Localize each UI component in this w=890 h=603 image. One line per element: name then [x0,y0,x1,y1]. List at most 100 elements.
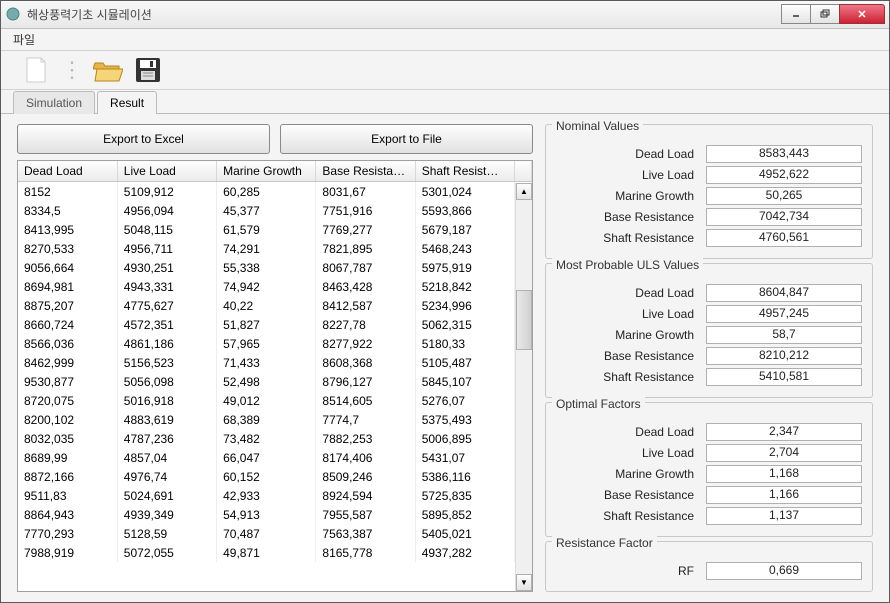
table-row[interactable]: 7988,9195072,05549,8718165,7784937,282 [18,543,532,562]
col-shaft-resist[interactable]: Shaft Resist… [415,161,514,182]
col-base-resist[interactable]: Base Resista… [316,161,415,182]
tab-bar: Simulation Result [1,90,889,114]
col-live-load[interactable]: Live Load [117,161,216,182]
table-cell: 60,285 [217,182,316,201]
optimal-dead-load: 2,347 [706,423,862,441]
optimal-marine-growth: 1,168 [706,465,862,483]
table-cell: 5405,021 [415,524,514,543]
table-cell: 5431,07 [415,448,514,467]
table-cell: 5072,055 [117,543,216,562]
table-cell: 8509,246 [316,467,415,486]
table-cell: 7988,919 [18,543,117,562]
table-cell: 5156,523 [117,353,216,372]
vertical-scrollbar[interactable]: ▲ ▼ [515,183,532,591]
table-cell: 4861,186 [117,334,216,353]
table-cell: 4930,251 [117,258,216,277]
table-cell: 8660,724 [18,315,117,334]
tab-result[interactable]: Result [97,91,157,114]
uls-values-group: Most Probable ULS Values Dead Load8604,8… [545,263,873,398]
close-button[interactable] [839,4,885,24]
table-cell: 49,871 [217,543,316,562]
window-title: 해상풍력기초 시뮬레이션 [27,6,782,23]
table-row[interactable]: 8875,2074775,62740,228412,5875234,996 [18,296,532,315]
table-cell: 68,389 [217,410,316,429]
scroll-up-button[interactable]: ▲ [516,183,532,200]
uls-dead-load: 8604,847 [706,284,862,302]
tab-simulation[interactable]: Simulation [13,91,95,114]
table-cell: 5056,098 [117,372,216,391]
table-cell: 8689,99 [18,448,117,467]
label: RF [556,564,706,578]
menu-file[interactable]: 파일 [5,29,43,50]
table-row[interactable]: 8032,0354787,23673,4827882,2535006,895 [18,429,532,448]
results-table[interactable]: Dead Load Live Load Marine Growth Base R… [17,160,533,592]
save-button[interactable] [131,53,165,87]
label: Marine Growth [556,189,706,203]
table-cell: 5593,866 [415,201,514,220]
optimal-shaft-resist: 1,137 [706,507,862,525]
table-cell: 8067,787 [316,258,415,277]
uls-marine-growth: 58,7 [706,326,862,344]
table-cell: 57,965 [217,334,316,353]
table-row[interactable]: 8660,7244572,35151,8278227,785062,315 [18,315,532,334]
table-cell: 4956,711 [117,239,216,258]
minimize-button[interactable] [781,4,811,24]
table-row[interactable]: 8566,0364861,18657,9658277,9225180,33 [18,334,532,353]
table-row[interactable]: 8200,1024883,61968,3897774,75375,493 [18,410,532,429]
table-row[interactable]: 9530,8775056,09852,4988796,1275845,107 [18,372,532,391]
table-cell: 4956,094 [117,201,216,220]
table-cell: 7769,277 [316,220,415,239]
maximize-button[interactable] [810,4,840,24]
nominal-shaft-resist: 4760,561 [706,229,862,247]
table-cell: 74,291 [217,239,316,258]
table-cell: 5276,07 [415,391,514,410]
table-row[interactable]: 7770,2935128,5970,4877563,3875405,021 [18,524,532,543]
group-title: Optimal Factors [552,397,645,411]
table-row[interactable]: 8689,994857,0466,0478174,4065431,07 [18,448,532,467]
table-cell: 4943,331 [117,277,216,296]
table-cell: 5234,996 [415,296,514,315]
group-title: Most Probable ULS Values [552,258,703,272]
table-row[interactable]: 8864,9434939,34954,9137955,5875895,852 [18,505,532,524]
col-marine-growth[interactable]: Marine Growth [217,161,316,182]
col-dead-load[interactable]: Dead Load [18,161,117,182]
table-cell: 5975,919 [415,258,514,277]
scroll-down-button[interactable]: ▼ [516,574,532,591]
menubar: 파일 [1,29,889,51]
table-cell: 8796,127 [316,372,415,391]
table-row[interactable]: 8270,5334956,71174,2917821,8955468,243 [18,239,532,258]
table-cell: 5725,835 [415,486,514,505]
table-row[interactable]: 9056,6644930,25155,3388067,7875975,919 [18,258,532,277]
optimal-base-resist: 1,166 [706,486,862,504]
table-row[interactable]: 8720,0755016,91849,0128514,6055276,07 [18,391,532,410]
table-cell: 8200,102 [18,410,117,429]
export-file-button[interactable]: Export to File [280,124,533,154]
table-cell: 7563,387 [316,524,415,543]
table-cell: 42,933 [217,486,316,505]
table-row[interactable]: 81525109,91260,2858031,675301,024 [18,182,532,201]
table-row[interactable]: 8413,9955048,11561,5797769,2775679,187 [18,220,532,239]
table-cell: 5375,493 [415,410,514,429]
table-cell: 5468,243 [415,239,514,258]
table-row[interactable]: 8462,9995156,52371,4338608,3685105,487 [18,353,532,372]
close-icon [857,9,867,19]
table-row[interactable]: 9511,835024,69142,9338924,5945725,835 [18,486,532,505]
table-cell: 70,487 [217,524,316,543]
table-cell: 61,579 [217,220,316,239]
toolbar-divider: ⋮ [61,57,83,83]
table-row[interactable]: 8334,54956,09445,3777751,9165593,866 [18,201,532,220]
table-cell: 5048,115 [117,220,216,239]
open-button[interactable] [91,53,125,87]
scroll-thumb[interactable] [516,290,532,350]
table-cell: 8334,5 [18,201,117,220]
uls-live-load: 4957,245 [706,305,862,323]
table-row[interactable]: 8694,9814943,33174,9428463,4285218,842 [18,277,532,296]
table-cell: 49,012 [217,391,316,410]
table-row[interactable]: 8872,1664976,7460,1528509,2465386,116 [18,467,532,486]
table-cell: 66,047 [217,448,316,467]
nominal-base-resist: 7042,734 [706,208,862,226]
new-button[interactable] [19,53,53,87]
export-excel-button[interactable]: Export to Excel [17,124,270,154]
label: Marine Growth [556,467,706,481]
window-controls [782,4,885,24]
